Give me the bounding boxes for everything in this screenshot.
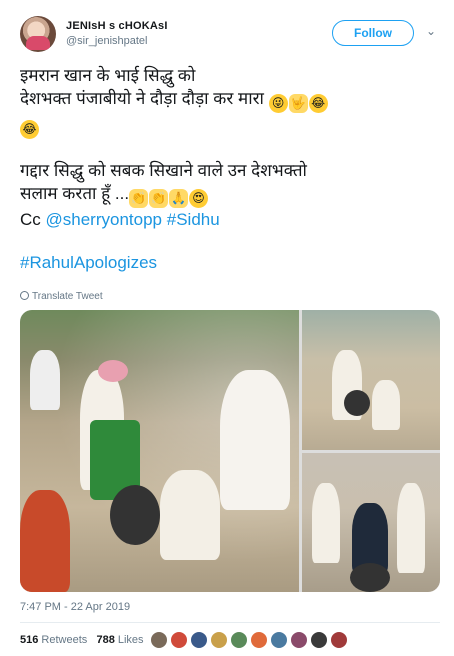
tweet-line-1: इमरान खान के भाई सिद्धु को xyxy=(20,66,196,85)
likes-stat[interactable]: 788 Likes xyxy=(96,634,143,646)
hashtag-link-sidhu[interactable]: #Sidhu xyxy=(167,210,220,229)
liker-avatar[interactable] xyxy=(290,631,308,649)
chevron-down-icon[interactable]: ⌄ xyxy=(424,24,438,38)
avatar[interactable] xyxy=(20,16,56,52)
translate-tweet-link[interactable]: Translate Tweet xyxy=(20,291,103,302)
globe-icon xyxy=(20,291,29,300)
liker-avatar[interactable] xyxy=(170,631,188,649)
tweet-stats: 516 Retweets 788 Likes xyxy=(20,634,144,646)
tweet-text: इमरान खान के भाई सिद्धु को देशभक्त पंजाब… xyxy=(20,64,440,274)
liker-avatar[interactable] xyxy=(270,631,288,649)
heart-eyes-emoji-icon: 😍 xyxy=(189,189,209,208)
tweet-line-4-text: सलाम करता हूँ ... xyxy=(20,184,130,203)
winking-tongue-emoji-icon: 😜 xyxy=(268,94,288,113)
liker-avatar[interactable] xyxy=(330,631,348,649)
clapping-hands-emoji-icon: 👏 xyxy=(149,189,169,208)
tears-of-joy-emoji-icon: 😂 xyxy=(308,94,328,113)
divider xyxy=(20,622,440,623)
tweet-photo-top-right[interactable] xyxy=(302,310,440,450)
tweet-line-3: गद्दार सिद्धु को सबक सिखाने वाले उन देशभ… xyxy=(20,161,307,180)
liker-avatar[interactable] xyxy=(210,631,228,649)
tweet-line-6: #RahulApologizes xyxy=(20,251,440,274)
liker-avatar[interactable] xyxy=(230,631,248,649)
tweet-photo-bottom-right[interactable] xyxy=(302,453,440,592)
liker-avatars xyxy=(150,631,350,649)
liker-avatar[interactable] xyxy=(250,631,268,649)
follow-button[interactable]: Follow xyxy=(332,20,414,46)
tweet-header: JENIsH s cHOKAsI @sir_jenishpatel Follow… xyxy=(20,14,440,58)
tweet-photo-main[interactable] xyxy=(20,310,299,592)
mention-link[interactable]: @sherryontopp xyxy=(46,210,163,229)
cc-prefix: Cc xyxy=(20,210,41,229)
liker-avatar[interactable] xyxy=(190,631,208,649)
tweet-timestamp[interactable]: 7:47 PM - 22 Apr 2019 xyxy=(20,601,130,613)
tears-of-joy-emoji-icon: 😂 xyxy=(20,120,39,139)
tweet-line-4: सलाम करता हूँ ... 👏 👏 🙏 😍 xyxy=(20,182,440,208)
clapping-hands-emoji-icon: 👏 xyxy=(129,189,149,208)
liker-avatar[interactable] xyxy=(150,631,168,649)
likes-count: 788 xyxy=(96,634,115,646)
tweet-line-2: देशभक्त पंजाबीयो ने दौड़ा दौड़ा कर मारा … xyxy=(20,87,440,113)
retweets-label: Retweets xyxy=(41,634,88,646)
folded-hands-emoji-icon: 🙏 xyxy=(169,189,189,208)
author-names: JENIsH s cHOKAsI @sir_jenishpatel xyxy=(66,20,168,47)
tweet-line-2-text: देशभक्त पंजाबीयो ने दौड़ा दौड़ा कर मारा xyxy=(20,89,264,108)
tweet-line-2b: 😂 xyxy=(20,113,440,139)
hashtag-link-rahulapologizes[interactable]: #RahulApologizes xyxy=(20,253,157,272)
likes-label: Likes xyxy=(117,634,144,646)
tweet-media-grid xyxy=(20,310,440,592)
tweet-line-5: Cc @sherryontopp #Sidhu xyxy=(20,208,440,231)
love-you-gesture-emoji-icon: 🤟 xyxy=(288,94,308,113)
user-handle[interactable]: @sir_jenishpatel xyxy=(66,35,168,47)
retweets-count: 516 xyxy=(20,634,39,646)
translate-label: Translate Tweet xyxy=(32,291,103,302)
display-name[interactable]: JENIsH s cHOKAsI xyxy=(66,20,168,32)
liker-avatar[interactable] xyxy=(310,631,328,649)
retweets-stat[interactable]: 516 Retweets xyxy=(20,634,87,646)
